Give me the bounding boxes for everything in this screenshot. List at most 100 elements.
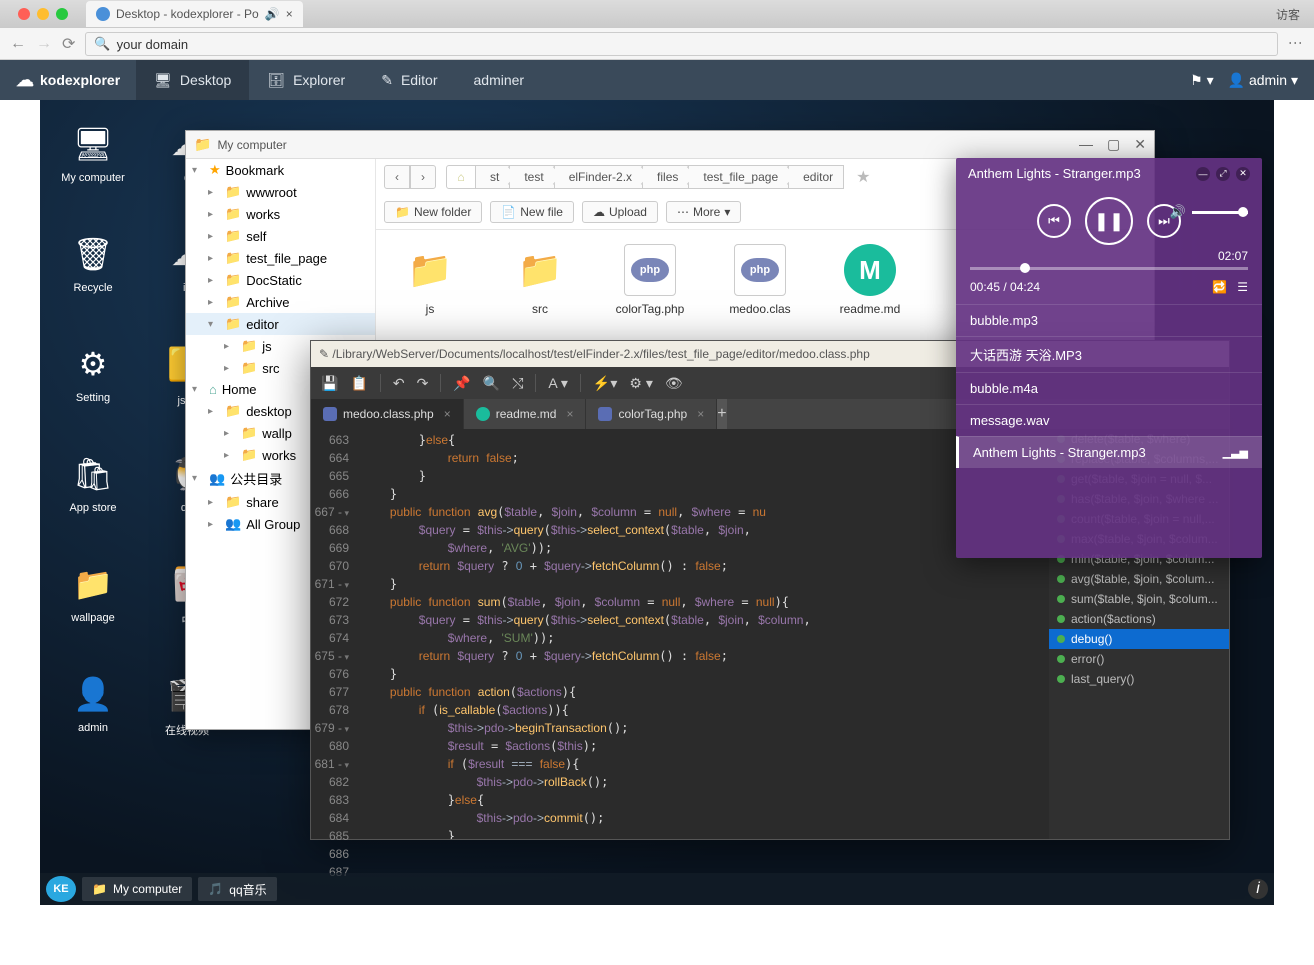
desktop-icon[interactable]: ⚙Setting [48, 340, 138, 440]
tab-close-icon[interactable]: × [697, 407, 704, 421]
outline-item[interactable]: action($actions) [1049, 609, 1229, 629]
more-button[interactable]: ⋯ More ▾ [666, 201, 741, 223]
user-menu[interactable]: 👤 admin ▾ [1228, 72, 1298, 89]
newfolder-button[interactable]: 📁 New folder [384, 201, 482, 223]
player-minimize-icon[interactable]: — [1196, 167, 1210, 181]
upload-button[interactable]: ☁ Upload [582, 201, 658, 223]
desktop-icon[interactable]: 📁wallpage [48, 560, 138, 660]
browser-menu-icon[interactable]: ⋮ [1288, 36, 1304, 52]
file-item[interactable]: phpmedoo.clas [720, 244, 800, 316]
nav-editor[interactable]: ✎Editor [363, 60, 455, 100]
undo-icon[interactable]: ↶ [393, 375, 405, 392]
nav-explorer[interactable]: 🗄Explorer [249, 60, 363, 100]
maximize-icon[interactable]: ▢ [1107, 136, 1120, 153]
playlist-item[interactable]: bubble.m4a [956, 372, 1262, 404]
font-icon[interactable]: A ▾ [548, 375, 567, 392]
breadcrumb-item[interactable]: test_file_page [689, 165, 789, 189]
seek-bar[interactable]: 02:07 [970, 267, 1248, 270]
address-bar[interactable]: 🔍 your domain [85, 32, 1278, 56]
file-item[interactable]: Mreadme.md [830, 244, 910, 316]
breadcrumb-item[interactable]: st [476, 165, 510, 189]
desktop-icon[interactable]: 🗑Recycle [48, 230, 138, 330]
desktop-icon[interactable]: 👤admin [48, 670, 138, 770]
tree-item[interactable]: ▸📁works [186, 203, 375, 225]
tree-item[interactable]: ▸📁test_file_page [186, 247, 375, 269]
reload-button[interactable]: ⟳ [62, 34, 75, 54]
brand[interactable]: ☁ kodexplorer [0, 70, 136, 91]
playlist-item[interactable]: bubble.mp3 [956, 304, 1262, 336]
nav-adminer[interactable]: adminer [456, 60, 543, 100]
info-icon[interactable]: i [1248, 879, 1268, 899]
taskbar[interactable]: KE 📁 My computer 🎵 qq音乐 i [40, 873, 1274, 905]
flag-icon[interactable]: ⚑ ▾ [1190, 72, 1213, 89]
outline-item[interactable]: last_query() [1049, 669, 1229, 689]
launcher-icon[interactable]: KE [46, 876, 76, 902]
shuffle-icon[interactable]: ⤭ [512, 375, 523, 392]
editor-tab[interactable]: medoo.class.php× [311, 399, 464, 429]
minimize-icon[interactable]: — [1079, 136, 1093, 153]
file-item[interactable]: 📁js [390, 244, 470, 316]
tree-item[interactable]: ▾📁editor [186, 313, 375, 335]
tab-audio-icon[interactable]: 🔊 [265, 7, 280, 21]
back-button[interactable]: ← [10, 35, 26, 53]
outline-item[interactable]: avg($table, $join, $colum... [1049, 569, 1229, 589]
breadcrumb-item[interactable]: test [510, 165, 554, 189]
music-player[interactable]: Anthem Lights - Stranger.mp3 — ⤢ ✕ ⏮ ❚❚ … [956, 158, 1262, 558]
newfile-button[interactable]: 📄 New file [490, 201, 574, 223]
tab-close-icon[interactable]: × [444, 407, 451, 421]
taskbar-item[interactable]: 📁 My computer [82, 877, 192, 901]
tab-close-icon[interactable]: × [566, 407, 573, 421]
outline-item[interactable]: sum($table, $join, $colum... [1049, 589, 1229, 609]
nav-forward-button[interactable]: › [410, 165, 436, 189]
prev-button[interactable]: ⏮ [1037, 204, 1071, 238]
playlist-item[interactable]: message.wav [956, 404, 1262, 436]
editor-tab[interactable]: readme.md× [464, 399, 587, 429]
taskbar-item[interactable]: 🎵 qq音乐 [198, 877, 276, 901]
redo-icon[interactable]: ↷ [417, 375, 429, 392]
window-traffic-lights[interactable] [8, 8, 78, 20]
desktop[interactable]: 🖥My computer ☁q 🗑Recycle ☁ic ⚙Setting 🟨j… [40, 100, 1274, 905]
playlist-item[interactable]: 大话西游 天浴.MP3 [956, 336, 1262, 372]
nav-back-button[interactable]: ‹ [384, 165, 410, 189]
search-icon[interactable]: 🔍 [483, 375, 500, 392]
nav-desktop[interactable]: 🖥Desktop [136, 60, 249, 100]
tab-close-icon[interactable]: × [286, 7, 293, 21]
equalizer-icon: ▁▃▅ [1223, 446, 1248, 459]
save-icon[interactable]: 💾 [321, 375, 338, 392]
playlist-icon[interactable]: ☰ [1237, 280, 1248, 294]
player-expand-icon[interactable]: ⤢ [1216, 167, 1230, 181]
forward-button[interactable]: → [36, 35, 52, 53]
volume-slider[interactable] [1192, 211, 1248, 214]
breadcrumb-item[interactable]: elFinder-2.x [555, 165, 643, 189]
pencil-icon: ✎ [319, 347, 329, 361]
playlist-item[interactable]: Anthem Lights - Stranger.mp3▁▃▅ [956, 436, 1262, 468]
desktop-icon[interactable]: 🖥My computer [48, 120, 138, 220]
guest-label[interactable]: 访客 [1262, 6, 1314, 23]
eye-icon[interactable]: 👁 [665, 375, 683, 392]
file-item[interactable]: phpcolorTag.php [610, 244, 690, 316]
outline-item[interactable]: debug() [1049, 629, 1229, 649]
add-tab-button[interactable]: + [717, 399, 726, 429]
breadcrumb-item[interactable]: editor [789, 165, 844, 189]
outline-item[interactable]: error() [1049, 649, 1229, 669]
close-icon[interactable]: ✕ [1134, 136, 1146, 153]
crumb-home-icon[interactable]: ⌂ [446, 165, 476, 189]
file-item[interactable]: 📁src [500, 244, 580, 316]
bookmark-star-icon[interactable]: ★ [856, 167, 870, 187]
tree-item[interactable]: ▸📁Archive [186, 291, 375, 313]
tree-item[interactable]: ▸📁wwwroot [186, 181, 375, 203]
pin-icon[interactable]: 📌 [453, 375, 470, 392]
editor-tab[interactable]: colorTag.php× [586, 399, 717, 429]
browser-tab[interactable]: Desktop - kodexplorer - Po 🔊 × [86, 1, 303, 27]
copy-icon[interactable]: 📋 [350, 375, 367, 392]
wand-icon[interactable]: ⚡▾ [593, 375, 617, 392]
player-close-icon[interactable]: ✕ [1236, 167, 1250, 181]
tree-item[interactable]: ▸📁self [186, 225, 375, 247]
repeat-icon[interactable]: 🔁 [1212, 280, 1227, 294]
pause-button[interactable]: ❚❚ [1085, 197, 1133, 245]
breadcrumb-item[interactable]: files [643, 165, 689, 189]
gear-icon[interactable]: ⚙ ▾ [629, 375, 652, 392]
volume-icon[interactable]: 🔊 [1170, 204, 1186, 220]
desktop-icon[interactable]: 🛍App store [48, 450, 138, 550]
tree-item[interactable]: ▸📁DocStatic [186, 269, 375, 291]
